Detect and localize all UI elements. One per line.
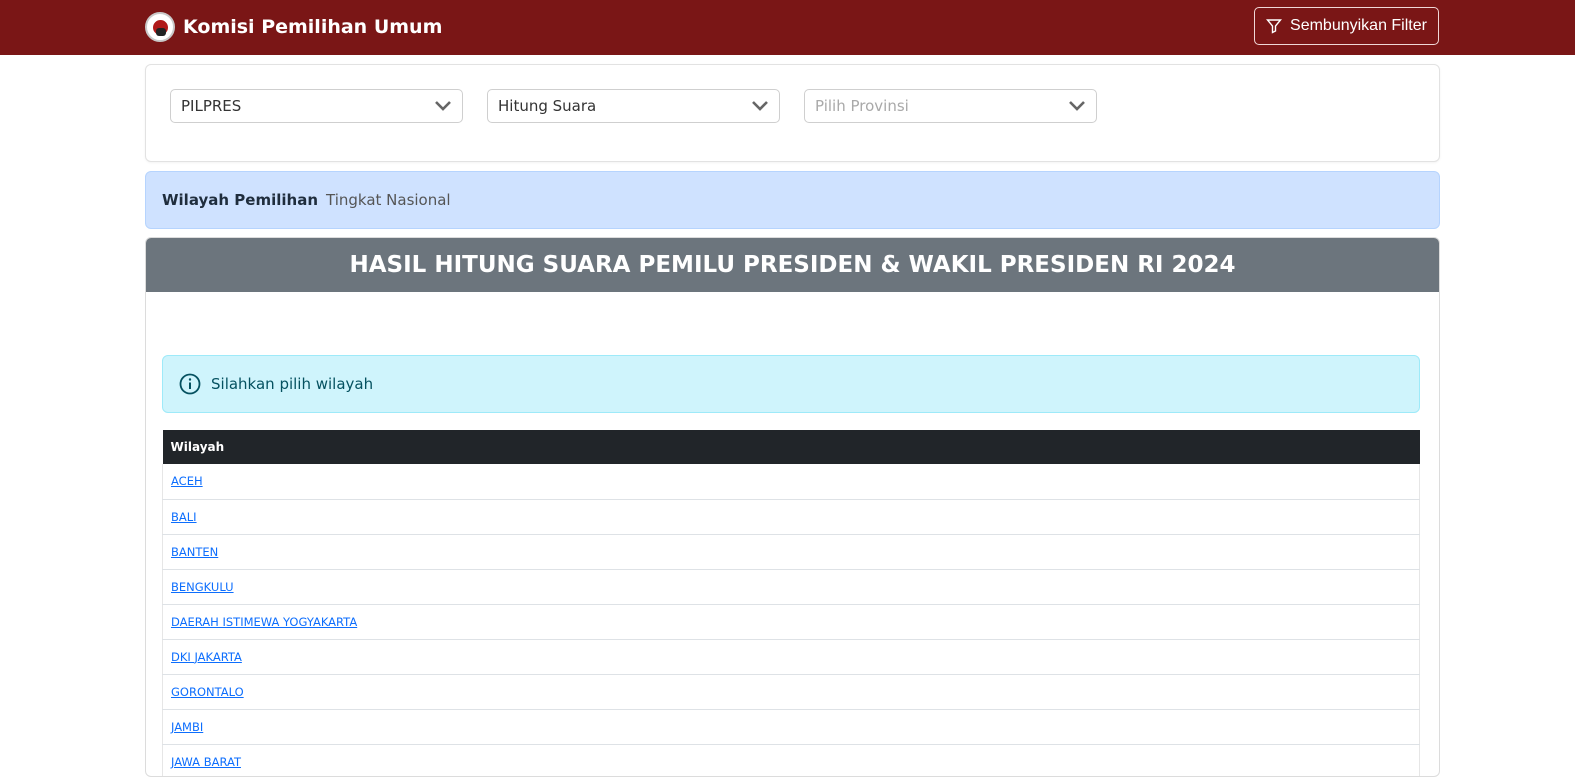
table-row: BALI	[162, 499, 1420, 535]
region-link[interactable]: JAMBI	[171, 720, 203, 734]
region-link[interactable]: BANTEN	[171, 545, 218, 559]
region-link[interactable]: BENGKULU	[171, 580, 234, 594]
election-select[interactable]: PILPRES	[170, 89, 463, 123]
table-row: DKI JAKARTA	[162, 639, 1420, 675]
kpu-logo-icon	[145, 12, 175, 42]
chevron-down-icon	[435, 101, 451, 111]
results-title: HASIL HITUNG SUARA PEMILU PRESIDEN & WAK…	[146, 238, 1439, 292]
region-link[interactable]: JAWA BARAT	[171, 755, 241, 769]
results-card: HASIL HITUNG SUARA PEMILU PRESIDEN & WAK…	[145, 237, 1440, 777]
toggle-filter-label: Sembunyikan Filter	[1290, 17, 1427, 34]
election-select-value: PILPRES	[181, 97, 242, 115]
region-label: Wilayah Pemilihan	[162, 191, 318, 209]
brand[interactable]: Komisi Pemilihan Umum	[145, 10, 442, 44]
filter-icon	[1266, 19, 1283, 34]
table-row: GORONTALO	[162, 674, 1420, 710]
table-row: BANTEN	[162, 534, 1420, 570]
table-row: ACEH	[162, 464, 1420, 500]
count-type-select-value: Hitung Suara	[498, 97, 597, 115]
region-link[interactable]: BALI	[171, 510, 197, 524]
region-link[interactable]: GORONTALO	[171, 685, 244, 699]
province-select-placeholder: Pilih Provinsi	[815, 97, 909, 115]
chevron-down-icon	[752, 101, 768, 111]
table-row: BENGKULU	[162, 569, 1420, 605]
region-table: Wilayah ACEH BALI BANTEN BENGKULU DAERAH…	[162, 430, 1420, 776]
region-link[interactable]: ACEH	[171, 474, 203, 488]
table-row: JAMBI	[162, 709, 1420, 745]
region-breadcrumb: Wilayah Pemilihan Tingkat Nasional	[145, 171, 1440, 229]
brand-title: Komisi Pemilihan Umum	[183, 16, 443, 38]
top-navbar: Komisi Pemilihan Umum Sembunyikan Filter	[0, 0, 1575, 55]
region-value: Tingkat Nasional	[326, 191, 451, 209]
toggle-filter-button[interactable]: Sembunyikan Filter	[1254, 7, 1439, 45]
region-link[interactable]: DKI JAKARTA	[171, 650, 242, 664]
chevron-down-icon	[1069, 101, 1085, 111]
column-header-wilayah: Wilayah	[162, 430, 1420, 464]
region-link[interactable]: DAERAH ISTIMEWA YOGYAKARTA	[171, 615, 357, 629]
province-select[interactable]: Pilih Provinsi	[804, 89, 1097, 123]
info-circle-icon	[179, 373, 201, 395]
info-alert: Silahkan pilih wilayah	[162, 355, 1420, 413]
count-type-select[interactable]: Hitung Suara	[487, 89, 780, 123]
table-row: DAERAH ISTIMEWA YOGYAKARTA	[162, 604, 1420, 640]
filter-card: PILPRES Hitung Suara Pilih Provinsi	[145, 64, 1440, 162]
info-text: Silahkan pilih wilayah	[211, 375, 374, 393]
